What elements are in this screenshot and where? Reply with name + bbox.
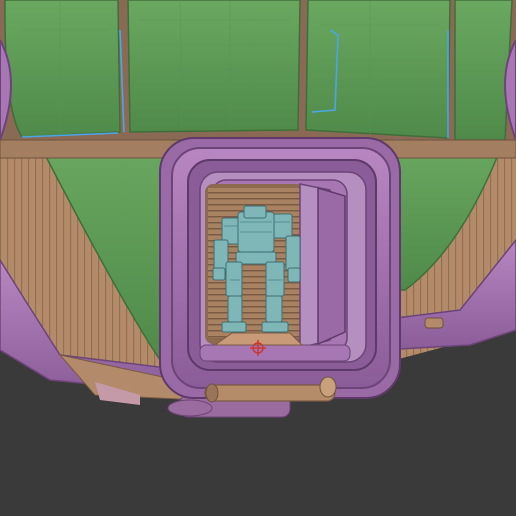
hull-panel xyxy=(305,0,451,139)
landing-pad-right xyxy=(424,317,444,329)
hull-panel xyxy=(454,0,513,141)
hull-panel xyxy=(4,0,121,138)
3d-viewport[interactable] xyxy=(0,0,516,516)
dropship-bay-render xyxy=(0,0,516,516)
